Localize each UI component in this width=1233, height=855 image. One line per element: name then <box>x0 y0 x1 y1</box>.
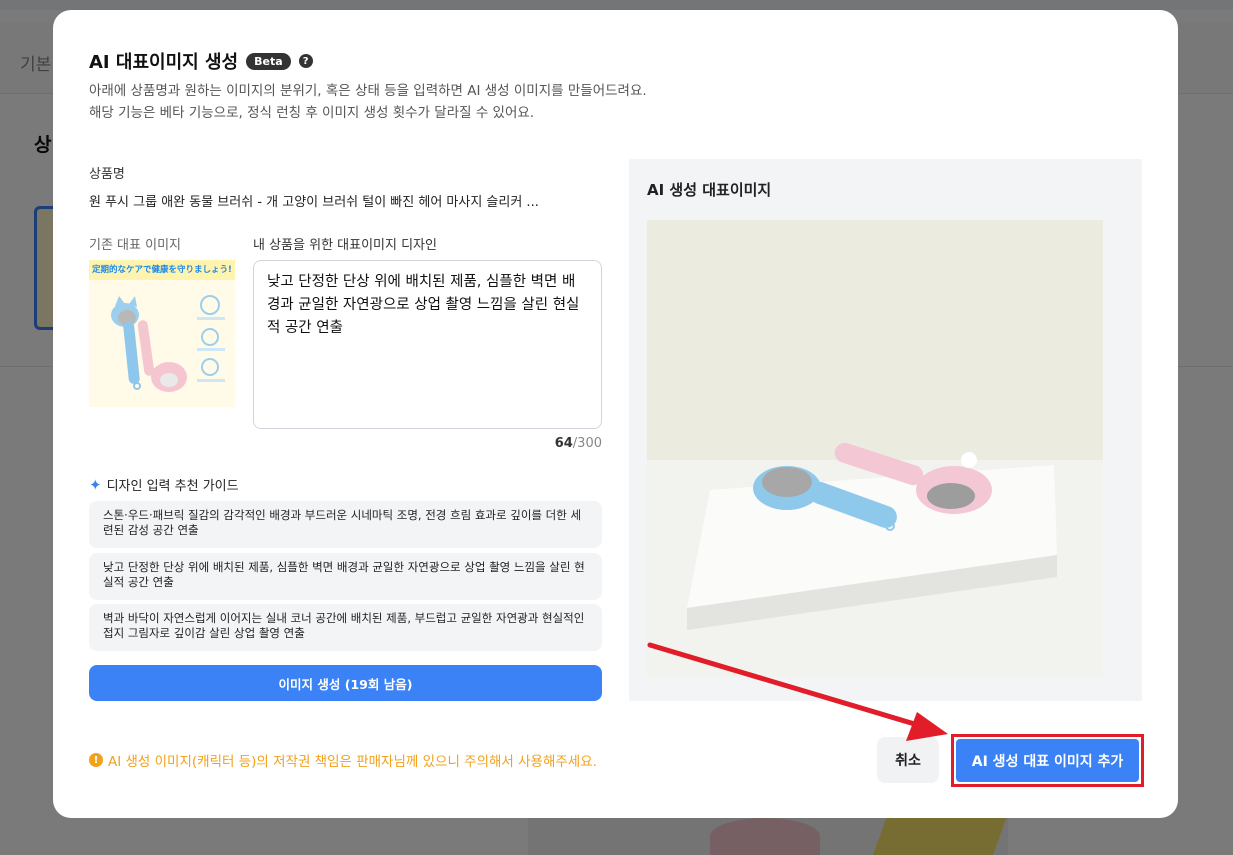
copyright-notice: ! AI 생성 이미지(캐릭터 등)의 저작권 책임은 판매자님께 있으니 주의… <box>89 750 597 770</box>
modal-header: AI 대표이미지 생성 Beta ? <box>89 48 313 74</box>
guide-suggestion-2[interactable]: 낮고 단정한 단상 위에 배치된 제품, 심플한 벽면 배경과 균일한 자연광으… <box>89 553 602 600</box>
guide-header: ✦ 디자인 입력 추천 가이드 <box>89 475 239 495</box>
product-name-label: 상품명 <box>89 167 125 182</box>
ai-generated-image <box>647 220 1103 677</box>
original-product-image: 定期的なケアで健康を守りましょう! <box>89 260 235 407</box>
warning-icon: ! <box>89 753 103 767</box>
description-line-1: 아래에 상품명과 원하는 이미지의 분위기, 혹은 상태 등을 입력하면 AI … <box>89 83 647 99</box>
ai-result-panel: AI 생성 대표이미지 <box>629 159 1142 701</box>
add-ai-image-button[interactable]: AI 생성 대표 이미지 추가 <box>956 739 1139 782</box>
notice-text: AI 생성 이미지(캐릭터 등)의 저작권 책임은 판매자님께 있으니 주의해서… <box>108 754 597 770</box>
modal-title: AI 대표이미지 생성 <box>89 52 239 73</box>
ai-image-modal: AI 대표이미지 생성 Beta ? 아래에 상품명과 원하는 이미지의 분위기… <box>53 10 1178 818</box>
character-count: 64 <box>554 436 573 451</box>
beta-badge: Beta <box>246 52 291 70</box>
cancel-button[interactable]: 취소 <box>877 737 939 783</box>
original-image-illustration <box>111 295 225 392</box>
modal-description: 아래에 상품명과 원하는 이미지의 분위기, 혹은 상태 등을 입력하면 AI … <box>89 80 647 124</box>
help-icon[interactable]: ? <box>298 54 313 68</box>
sparkle-icon: ✦ <box>89 475 102 494</box>
character-max: /300 <box>572 436 602 451</box>
original-image-label: 기존 대표 이미지 <box>89 238 181 253</box>
guide-suggestion-1[interactable]: 스톤·우드·패브릭 질감의 감각적인 배경과 부드러운 시네마틱 조명, 전경 … <box>89 501 602 548</box>
design-input-label: 내 상품을 위한 대표이미지 디자인 <box>253 238 437 253</box>
description-line-2: 해당 기능은 베타 기능으로, 정식 런칭 후 이미지 생성 횟수가 달라질 수… <box>89 105 535 121</box>
ai-image-illustration <box>647 220 1103 677</box>
guide-title: 디자인 입력 추천 가이드 <box>106 479 239 494</box>
ai-result-title: AI 생성 대표이미지 <box>647 181 772 199</box>
generate-image-button[interactable]: 이미지 생성 (19회 남음) <box>89 665 602 701</box>
design-description-input[interactable]: 낮고 단정한 단상 위에 배치된 제품, 심플한 벽면 배경과 균일한 자연광으… <box>253 260 602 429</box>
guide-suggestion-3[interactable]: 벽과 바닥이 자연스럽게 이어지는 실내 코너 공간에 배치된 제품, 부드럽고… <box>89 604 602 651</box>
character-counter: 64/300 <box>493 436 602 451</box>
product-name-value: 원 푸시 그룹 애완 동물 브러쉬 - 개 고양이 브러쉬 털이 빠진 헤어 마… <box>89 195 539 210</box>
